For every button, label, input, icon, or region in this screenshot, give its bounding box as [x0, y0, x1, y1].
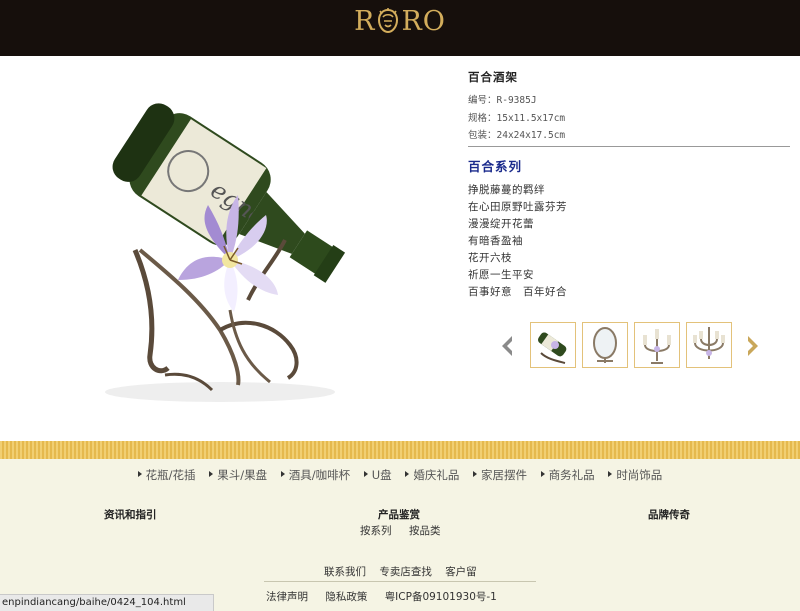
- icp-record-text: 粤ICP备09101930号-1: [384, 591, 497, 603]
- footer-divider: [264, 581, 536, 582]
- category-label: 婚庆礼品: [413, 468, 460, 482]
- category-label: 果斗/果盘: [217, 468, 268, 482]
- category-nav: 花瓶/花插 果斗/果盘 酒具/咖啡杯 U盘 婚庆礼品 家居摆件 商务礼品 时尚饰…: [0, 467, 800, 483]
- info-divider: [468, 146, 790, 147]
- customer-message-link[interactable]: 客户留: [445, 566, 477, 578]
- candelabra-thumb-icon: [643, 329, 671, 364]
- category-link[interactable]: 时尚饰品: [608, 467, 662, 483]
- wine-rack-product-image: egnd: [105, 103, 346, 402]
- gallery-thumbnail-mirror[interactable]: [582, 322, 628, 368]
- footer-column-products[interactable]: 产品鉴赏: [378, 507, 420, 522]
- description-line: 在心田原野吐露芬芳: [468, 201, 567, 213]
- gallery-thumbnail-chandelier[interactable]: [686, 322, 732, 368]
- category-link[interactable]: 酒具/咖啡杯: [280, 467, 351, 483]
- spec-package-value: 24x24x17.5cm: [496, 130, 566, 141]
- description-line: 祈愿一生平安: [468, 269, 534, 281]
- spec-package: 包装：24x24x17.5cm: [468, 127, 565, 141]
- category-link[interactable]: 果斗/果盘: [209, 467, 267, 483]
- category-label: U盘: [371, 468, 392, 482]
- footer-bottom-links: 联系我们 专卖店查找 客户留: [324, 564, 487, 579]
- category-link[interactable]: 家居摆件: [473, 467, 527, 483]
- category-label: 商务礼品: [548, 468, 595, 482]
- spec-package-label: 包装：: [468, 130, 497, 141]
- category-link[interactable]: 花瓶/花插: [137, 467, 196, 483]
- category-link[interactable]: 商务礼品: [540, 467, 595, 483]
- series-title[interactable]: 百合系列: [468, 156, 522, 175]
- wine-rack-thumb-icon: [538, 332, 567, 364]
- triangle-bullet-icon: [405, 471, 410, 477]
- category-label: 家居摆件: [481, 468, 527, 482]
- site-header: R RO: [0, 0, 800, 56]
- lion-head-icon: [378, 8, 399, 34]
- footer-column-news-guide[interactable]: 资讯和指引: [104, 507, 157, 522]
- privacy-policy-link[interactable]: 隐私政策: [325, 591, 367, 603]
- category-link[interactable]: 婚庆礼品: [405, 467, 459, 483]
- triangle-bullet-icon: [280, 471, 285, 477]
- triangle-bullet-icon: [473, 471, 477, 477]
- contact-us-link[interactable]: 联系我们: [324, 566, 366, 578]
- footer-gold-band: [0, 441, 800, 459]
- gallery-prev-arrow-icon[interactable]: [500, 335, 514, 357]
- spec-code-label: 编号：: [468, 95, 497, 106]
- category-label: 时尚饰品: [616, 468, 663, 482]
- triangle-bullet-icon: [209, 471, 214, 477]
- footer-link-by-category[interactable]: 按品类: [409, 523, 441, 538]
- logo-letters-right: RO: [401, 6, 446, 37]
- footer-column-brand-legend[interactable]: 品牌传奇: [648, 507, 690, 522]
- description-line: 百事好意 百年好合: [468, 286, 567, 298]
- triangle-bullet-icon: [363, 471, 368, 477]
- chandelier-thumb-icon: [693, 327, 725, 359]
- product-title: 百合酒架: [468, 70, 518, 84]
- gallery-thumbnail-wine-rack[interactable]: [530, 322, 576, 368]
- category-label: 酒具/咖啡杯: [288, 468, 351, 482]
- brand-logo[interactable]: R RO: [0, 6, 800, 37]
- logo-letter-left: R: [354, 6, 376, 37]
- triangle-bullet-icon: [137, 471, 142, 477]
- spec-size-label: 规格：: [468, 113, 497, 124]
- spec-code-value: R-9385J: [496, 95, 537, 106]
- spec-code: 编号：R-9385J: [468, 92, 537, 106]
- mirror-thumb-icon: [593, 327, 617, 363]
- gallery-thumbnail-candelabra[interactable]: [634, 322, 680, 368]
- spec-size-value: 15x11.5x17cm: [496, 113, 566, 124]
- category-link[interactable]: U盘: [363, 467, 392, 483]
- legal-statement-link[interactable]: 法律声明: [266, 591, 308, 603]
- store-locator-link[interactable]: 专卖店查找: [379, 566, 432, 578]
- triangle-bullet-icon: [540, 471, 545, 477]
- footer-legal: 法律声明 隐私政策 粤ICP备09101930号-1: [266, 589, 511, 604]
- site-footer: 花瓶/花插 果斗/果盘 酒具/咖啡杯 U盘 婚庆礼品 家居摆件 商务礼品 时尚饰…: [0, 459, 800, 611]
- description-line: 挣脱藤蔓的羁绊: [468, 184, 545, 196]
- description-line: 漫漫绽开花蕾: [468, 218, 534, 230]
- triangle-bullet-icon: [608, 471, 613, 477]
- spec-size: 规格：15x11.5x17cm: [468, 110, 565, 124]
- description-line: 有暗香盈袖: [468, 235, 523, 247]
- gallery-next-arrow-icon[interactable]: [746, 335, 760, 357]
- description-line: 花开六枝: [468, 252, 512, 264]
- footer-link-by-series[interactable]: 按系列: [360, 523, 392, 538]
- category-label: 花瓶/花插: [145, 468, 196, 482]
- browser-status-bar: enpindiancang/baihe/0424_104.html: [0, 594, 214, 611]
